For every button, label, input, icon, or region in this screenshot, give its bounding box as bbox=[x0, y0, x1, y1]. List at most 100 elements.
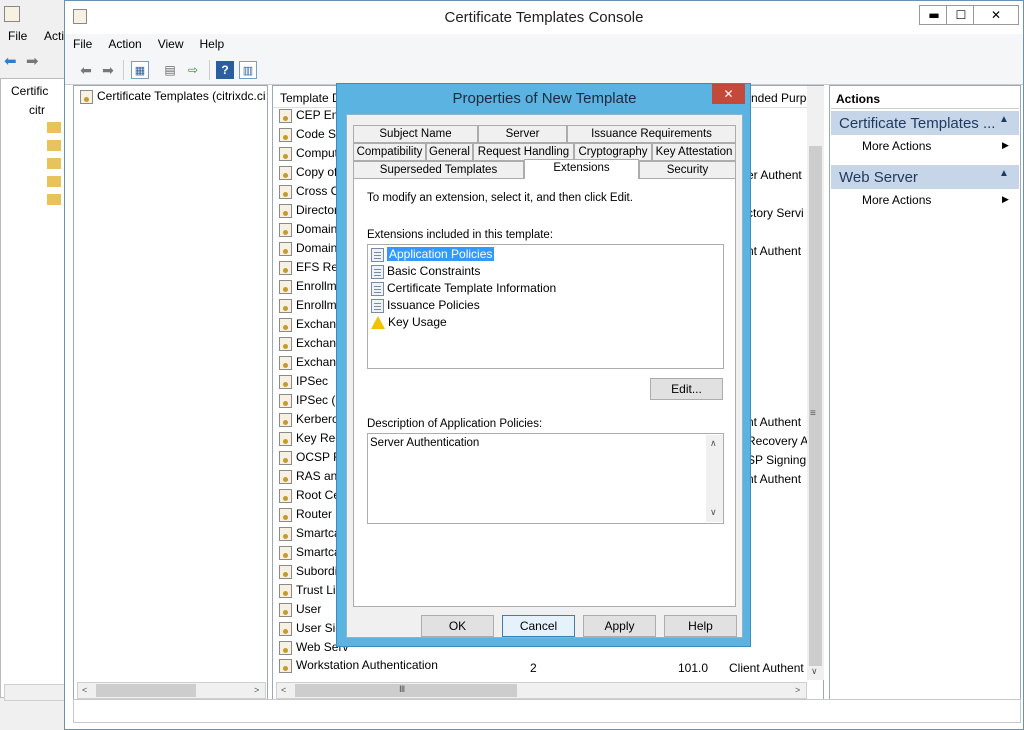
action-more-actions[interactable]: More Actions bbox=[862, 193, 931, 207]
scroll-thumb[interactable] bbox=[295, 684, 517, 697]
description-scrollbar[interactable]: ∧ ∨ bbox=[706, 435, 723, 522]
toolbar: ⬅ ➡ ▦ ▤ ⇨ ? ▥ bbox=[65, 55, 1023, 85]
tab-security[interactable]: Security bbox=[639, 161, 736, 179]
back-arrow-icon[interactable]: ⬅ bbox=[4, 52, 17, 70]
template-name: Domain bbox=[296, 222, 338, 236]
template-icon bbox=[279, 279, 292, 294]
properties-dialog: Properties of New Template ✕ Subject Nam… bbox=[336, 83, 751, 647]
show-hide-tree-icon[interactable]: ▦ bbox=[131, 61, 149, 79]
description-textbox[interactable]: Server Authentication ∧ ∨ bbox=[367, 433, 724, 524]
menu-action[interactable]: Action bbox=[100, 34, 149, 51]
template-icon bbox=[279, 469, 292, 484]
action-more-actions[interactable]: More Actions bbox=[862, 139, 931, 153]
folder-icon[interactable] bbox=[47, 122, 61, 133]
tree-horizontal-scrollbar[interactable]: < > bbox=[77, 682, 266, 699]
export-list-icon[interactable]: ⇨ bbox=[184, 61, 202, 79]
template-icon bbox=[279, 431, 292, 446]
show-hide-action-pane-icon[interactable]: ▥ bbox=[239, 61, 257, 79]
collapse-up-icon[interactable]: ▲ bbox=[999, 168, 1009, 179]
template-icon bbox=[279, 374, 292, 389]
list-item[interactable]: Basic Constraints bbox=[371, 264, 480, 281]
column-template-display-name[interactable]: Template D bbox=[280, 91, 341, 105]
template-icon bbox=[279, 602, 292, 617]
template-icon bbox=[279, 526, 292, 541]
scroll-right-icon[interactable]: > bbox=[254, 685, 259, 695]
close-button[interactable]: ✕ bbox=[973, 5, 1019, 25]
list-item[interactable]: Application Policies bbox=[371, 247, 495, 264]
action-group-certificate-templates[interactable]: Certificate Templates ... ▲ bbox=[831, 111, 1019, 135]
maximize-button[interactable]: ☐ bbox=[946, 5, 976, 25]
scroll-down-icon[interactable]: ∨ bbox=[710, 507, 717, 518]
edit-button[interactable]: Edit... bbox=[650, 378, 723, 400]
apply-button[interactable]: Apply bbox=[583, 615, 656, 637]
tab-superseded-templates[interactable]: Superseded Templates bbox=[353, 161, 524, 179]
template-icon bbox=[80, 89, 93, 104]
list-horizontal-scrollbar[interactable]: < Ⅲ > bbox=[276, 682, 807, 699]
bg-tree-root[interactable]: Certific bbox=[11, 84, 48, 98]
menu-file[interactable]: File bbox=[65, 34, 100, 51]
template-name: Cross C bbox=[296, 184, 340, 198]
bg-menu-file[interactable]: File bbox=[8, 29, 27, 43]
menu-help[interactable]: Help bbox=[192, 34, 233, 51]
dialog-close-button[interactable]: ✕ bbox=[712, 84, 745, 104]
forward-icon[interactable]: ➡ bbox=[99, 61, 117, 79]
scroll-down-icon[interactable]: ∨ bbox=[811, 666, 818, 677]
column-intended-purposes[interactable]: nded Purpo bbox=[751, 91, 813, 105]
more-actions-label: More Actions bbox=[862, 193, 932, 207]
intended-purpose: nt Authent bbox=[747, 415, 802, 429]
back-icon[interactable]: ⬅ bbox=[77, 61, 95, 79]
list-vertical-scrollbar[interactable]: ≡ ∨ bbox=[807, 86, 824, 680]
scroll-left-icon[interactable]: < bbox=[281, 685, 286, 695]
extension-icon bbox=[371, 247, 384, 262]
tree-root-label: Certificate Templates (citrixdc.ci bbox=[97, 89, 266, 103]
tab-general[interactable]: General bbox=[426, 143, 473, 161]
help-button[interactable]: Help bbox=[664, 615, 737, 637]
help-icon[interactable]: ? bbox=[216, 61, 234, 79]
extensions-tab-panel: To modify an extension, select it, and t… bbox=[353, 178, 736, 607]
ok-button[interactable]: OK bbox=[421, 615, 494, 637]
cancel-button[interactable]: Cancel bbox=[502, 615, 575, 637]
bg-tree-ca[interactable]: citr bbox=[29, 103, 45, 117]
table-row[interactable]: Workstation Authentication 2 101.0 Clien… bbox=[273, 658, 809, 677]
bg-horizontal-scrollbar[interactable] bbox=[4, 684, 66, 701]
collapse-up-icon[interactable]: ▲ bbox=[999, 114, 1009, 125]
tree-root-item[interactable]: Certificate Templates (citrixdc.ci bbox=[80, 89, 266, 108]
actions-pane: Actions Certificate Templates ... ▲ More… bbox=[829, 85, 1021, 701]
template-version: 101.0 bbox=[678, 661, 709, 675]
list-item[interactable]: Key Usage bbox=[371, 315, 447, 332]
folder-icon[interactable] bbox=[47, 176, 61, 187]
folder-icon[interactable] bbox=[47, 194, 61, 205]
tab-subject-name[interactable]: Subject Name bbox=[353, 125, 478, 143]
list-item[interactable]: Issuance Policies bbox=[371, 298, 480, 315]
background-window: File Acti ⬅ ➡ Certific citr bbox=[0, 0, 68, 730]
list-item[interactable]: Certificate Template Information bbox=[371, 281, 556, 298]
template-name: Root Ce bbox=[296, 488, 341, 502]
tab-compatibility[interactable]: Compatibility bbox=[353, 143, 426, 161]
menu-view[interactable]: View bbox=[150, 34, 192, 51]
scroll-left-icon[interactable]: < bbox=[82, 685, 87, 695]
folder-icon[interactable] bbox=[47, 158, 61, 169]
scroll-thumb[interactable] bbox=[809, 146, 822, 666]
minimize-button[interactable]: ▬ bbox=[919, 5, 949, 25]
forward-arrow-icon[interactable]: ➡ bbox=[26, 52, 39, 70]
template-name: Trust Lis bbox=[296, 583, 342, 597]
bg-menu-action[interactable]: Acti bbox=[44, 29, 64, 43]
tab-server[interactable]: Server bbox=[478, 125, 567, 143]
grip-icon: ≡ bbox=[810, 408, 816, 419]
scroll-thumb[interactable] bbox=[96, 684, 196, 697]
template-icon bbox=[279, 393, 292, 408]
action-group-web-server[interactable]: Web Server ▲ bbox=[831, 165, 1019, 189]
extensions-list[interactable]: Application Policies Basic Constraints C… bbox=[367, 244, 724, 369]
tab-issuance-requirements[interactable]: Issuance Requirements bbox=[567, 125, 736, 143]
scroll-up-icon[interactable]: ∧ bbox=[710, 438, 717, 449]
properties-icon[interactable]: ▤ bbox=[161, 61, 179, 79]
template-name: Copy of bbox=[296, 165, 338, 179]
folder-icon[interactable] bbox=[47, 140, 61, 151]
extension-icon bbox=[371, 281, 384, 296]
tab-extensions[interactable]: Extensions bbox=[524, 159, 639, 179]
scroll-right-icon[interactable]: > bbox=[795, 685, 800, 695]
tab-key-attestation[interactable]: Key Attestation bbox=[652, 143, 736, 161]
template-icon bbox=[279, 336, 292, 351]
submenu-arrow-icon: ▶ bbox=[1002, 140, 1009, 150]
grip-icon: Ⅲ bbox=[399, 684, 406, 694]
